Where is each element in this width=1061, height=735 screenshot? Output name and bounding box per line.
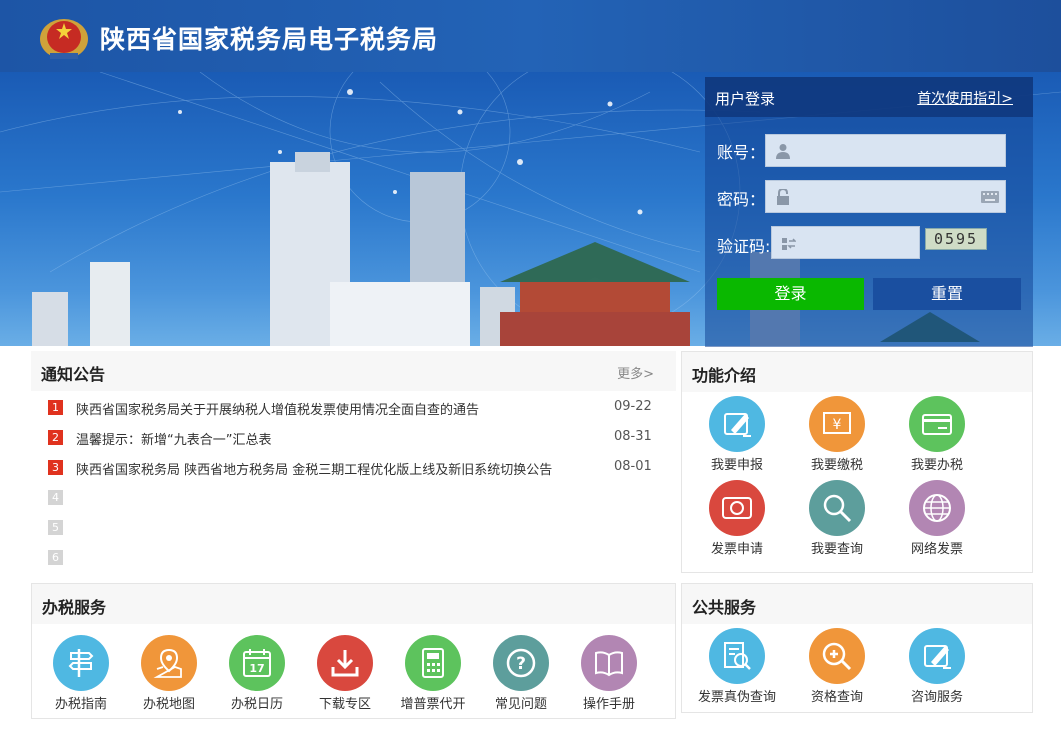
book-icon: [581, 635, 637, 691]
tax-services-label: 办税指南: [54, 697, 107, 712]
yuan-icon: ¥: [809, 396, 865, 452]
map-icon: [141, 635, 197, 691]
notice-number-badge: 2: [48, 430, 63, 445]
login-header: 用户登录 首次使用指引>: [705, 77, 1033, 117]
tax-services-item[interactable]: 办税地图: [119, 635, 219, 715]
account-input[interactable]: [765, 134, 1006, 167]
reset-button[interactable]: 重置: [873, 278, 1021, 310]
notice-header: 通知公告 更多>: [31, 351, 676, 391]
svg-text:¥: ¥: [833, 417, 842, 433]
features-label: 网络发票: [910, 542, 963, 557]
features-title: 功能介绍: [692, 366, 757, 385]
site-title: 陕西省国家税务局电子税务局: [100, 25, 439, 54]
notice-item: 4: [48, 488, 668, 508]
notice-number-badge: 5: [48, 520, 63, 535]
features-item[interactable]: 我要办税: [887, 396, 987, 476]
notice-date: 08-01: [614, 459, 652, 474]
notice-title-link[interactable]: 温馨提示：新增“九表合一”汇总表: [76, 429, 271, 448]
captcha-input[interactable]: [771, 226, 920, 259]
notice-item[interactable]: 3 陕西省国家税务局 陕西省地方税务局 金税三期工程优化版上线及新旧系统切换公告 0…: [48, 458, 668, 478]
signpost-icon: [53, 635, 109, 691]
notice-item: 6: [48, 548, 668, 568]
notice-item: 5: [48, 518, 668, 538]
invoice-icon: [709, 480, 765, 536]
site-header: 陕西省国家税务局电子税务局: [0, 0, 1061, 72]
user-icon: [776, 144, 790, 159]
password-label: 密码：: [717, 190, 766, 209]
notice-item[interactable]: 1 陕西省国家税务局关于开展纳税人增值税发票使用情况全面自查的通告 09-22: [48, 398, 668, 418]
features-item[interactable]: 我要查询: [787, 480, 887, 560]
tax-services-item[interactable]: 下载专区: [295, 635, 395, 715]
tax-services-label: 办税地图: [142, 697, 195, 712]
tax-services-item[interactable]: 办税指南: [31, 635, 131, 715]
features-item[interactable]: 发票申请: [687, 480, 787, 560]
tax-services-label: 办税日历: [230, 697, 283, 712]
features-label: 发票申请: [710, 542, 763, 557]
features-label: 我要查询: [810, 542, 863, 557]
public-services-title: 公共服务: [692, 598, 757, 617]
tax-services-item[interactable]: 操作手册: [559, 635, 659, 715]
features-label: 我要缴税: [810, 458, 863, 473]
notice-item[interactable]: 2 温馨提示：新增“九表合一”汇总表 08-31: [48, 428, 668, 448]
calculator-icon: [405, 635, 461, 691]
globe-icon: [909, 480, 965, 536]
tax-services-label: 操作手册: [582, 697, 635, 712]
notice-number-badge: 1: [48, 400, 63, 415]
captcha-image[interactable]: 0595: [925, 228, 987, 250]
first-use-guide-link[interactable]: 首次使用指引>: [917, 88, 1013, 108]
captcha-icon: [782, 238, 796, 250]
search-plus-icon: [809, 628, 865, 684]
features-label: 我要办税: [910, 458, 963, 473]
notice-title-link[interactable]: 陕西省国家税务局 陕西省地方税务局 金税三期工程优化版上线及新旧系统切换公告: [76, 459, 552, 478]
invoice-check-icon: [709, 628, 765, 684]
tax-emblem-icon: [40, 19, 88, 59]
card-icon: [909, 396, 965, 452]
notice-title-link[interactable]: 陕西省国家税务局关于开展纳税人增值税发票使用情况全面自查的通告: [76, 399, 479, 418]
tax-services-label: 下载专区: [318, 697, 371, 712]
magnifier-icon: [809, 480, 865, 536]
keyboard-icon[interactable]: [981, 191, 999, 203]
tax-services-header: 办税服务: [32, 584, 675, 624]
public-services-item[interactable]: 咨询服务: [887, 628, 987, 708]
question-icon: ?: [493, 635, 549, 691]
login-button[interactable]: 登录: [717, 278, 864, 310]
public-services-label: 咨询服务: [910, 690, 963, 705]
tax-services-title: 办税服务: [42, 598, 107, 617]
notice-number-badge: 4: [48, 490, 63, 505]
tax-services-item[interactable]: ? 常见问题: [471, 635, 571, 715]
features-item[interactable]: 我要申报: [687, 396, 787, 476]
features-item[interactable]: ¥ 我要缴税: [787, 396, 887, 476]
public-services-item[interactable]: 发票真伪查询: [687, 628, 787, 708]
captcha-label: 验证码:: [717, 237, 771, 256]
notice-number-badge: 3: [48, 460, 63, 475]
calendar-icon: 17: [229, 635, 285, 691]
pen-icon: [909, 628, 965, 684]
notice-number-badge: 6: [48, 550, 63, 565]
tax-services-item[interactable]: 增普票代开: [383, 635, 483, 715]
public-services-label: 资格查询: [810, 690, 863, 705]
notice-date: 09-22: [614, 399, 652, 414]
more-link[interactable]: 更多>: [617, 363, 654, 382]
features-item[interactable]: 网络发票: [887, 480, 987, 560]
tax-services-item[interactable]: 17 办税日历: [207, 635, 307, 715]
features-header: 功能介绍: [682, 352, 1032, 392]
login-title: 用户登录: [715, 90, 776, 108]
tax-services-label: 常见问题: [494, 697, 547, 712]
password-input[interactable]: [765, 180, 1006, 213]
svg-text:?: ?: [516, 654, 526, 674]
notice-date: 08-31: [614, 429, 652, 444]
svg-text:17: 17: [249, 662, 264, 675]
pen-icon: [709, 396, 765, 452]
account-label: 账号：: [717, 143, 766, 162]
public-services-item[interactable]: 资格查询: [787, 628, 887, 708]
tax-services-label: 增普票代开: [400, 697, 466, 712]
lock-icon: [777, 189, 789, 205]
notice-title: 通知公告: [41, 365, 106, 384]
public-services-header: 公共服务: [682, 584, 1032, 624]
download-icon: [317, 635, 373, 691]
public-services-label: 发票真伪查询: [697, 690, 776, 705]
features-label: 我要申报: [710, 458, 763, 473]
